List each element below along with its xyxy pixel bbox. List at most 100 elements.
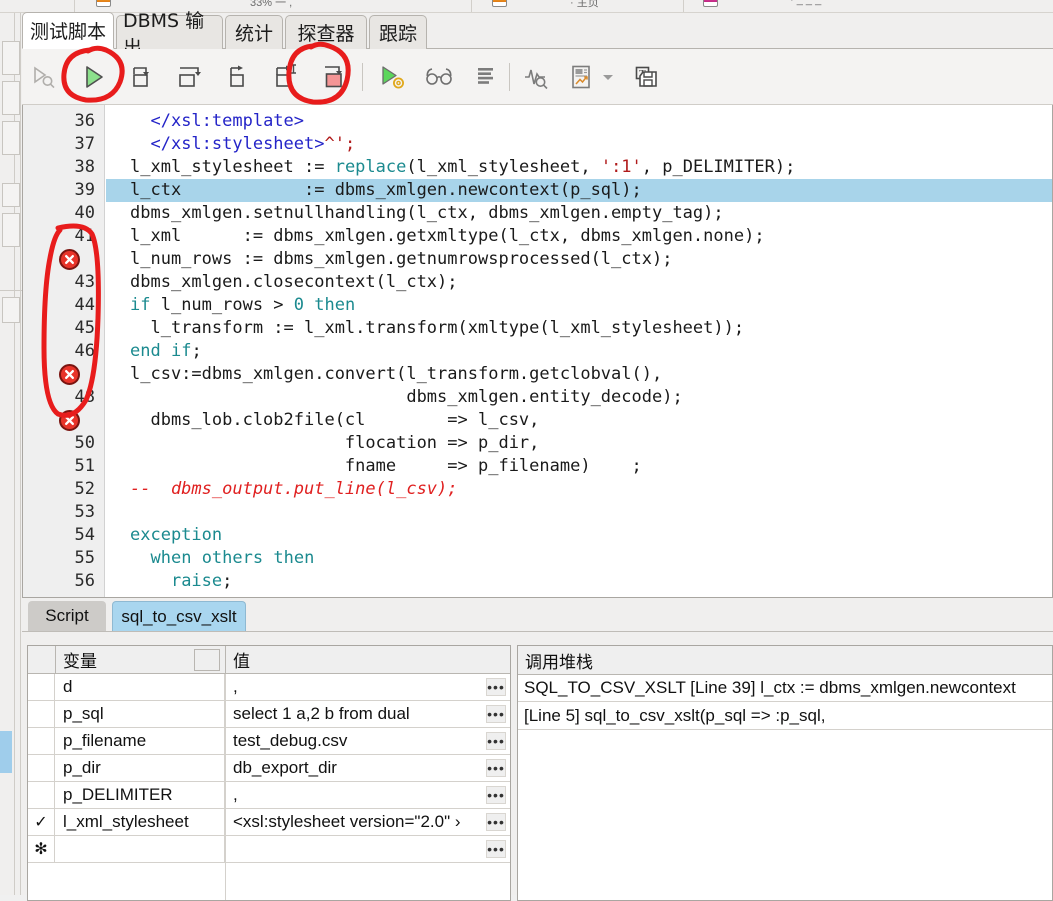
- tab-statistics[interactable]: 统计: [225, 15, 283, 49]
- variable-editor-button[interactable]: •••: [486, 813, 506, 831]
- row-selector[interactable]: [28, 674, 55, 700]
- code-line[interactable]: if l_num_rows > 0 then: [106, 294, 1052, 317]
- variable-name-cell[interactable]: l_xml_stylesheet: [56, 809, 225, 835]
- step-over-icon[interactable]: [122, 57, 162, 97]
- dock-mini-panel[interactable]: [2, 41, 20, 75]
- tab-dbms-output[interactable]: DBMS 输出: [116, 10, 223, 59]
- breakpoint-icon[interactable]: [59, 364, 80, 385]
- breakpoint-icon[interactable]: [59, 249, 80, 270]
- code-line[interactable]: exception: [106, 524, 1052, 547]
- variables-column-value[interactable]: 值: [226, 646, 510, 673]
- variables-grid[interactable]: 变量 值 d, ••• p_sql select 1 a,2 b from dual •…: [27, 645, 511, 901]
- dock-separator: [0, 290, 22, 291]
- variable-name-cell[interactable]: [56, 836, 225, 862]
- code-line[interactable]: </xsl:stylesheet>^';: [106, 133, 1052, 156]
- editor-text[interactable]: </xsl:template> </xsl:stylesheet>^'; l_xm…: [106, 105, 1052, 597]
- editor-gutter[interactable]: 36 37 38 39 40 41 43 44 45 46 48 50 51 52 53 54 55 56: [23, 105, 105, 597]
- dock-mini-panel[interactable]: [2, 81, 20, 115]
- call-stack-row[interactable]: SQL_TO_CSV_XSLT [Line 39] l_ctx := dbms_…: [518, 675, 1052, 702]
- breakpoint-icon[interactable]: [59, 410, 80, 431]
- tab-trace[interactable]: 跟踪: [369, 15, 427, 49]
- line-number: 40: [74, 203, 95, 223]
- script-tab-sql-to-csv-xslt[interactable]: sql_to_csv_xslt: [112, 601, 246, 631]
- variable-value-cell[interactable]: ,: [226, 674, 480, 700]
- code-line[interactable]: end if;: [106, 340, 1052, 363]
- variable-row[interactable]: p_filename test_debug.csv •••: [28, 728, 510, 755]
- dock-mini-panel[interactable]: [2, 121, 20, 155]
- code-line[interactable]: </xsl:template>: [106, 110, 1052, 133]
- variables-header-box[interactable]: [194, 649, 220, 671]
- tab-profiler[interactable]: 探查器: [285, 15, 367, 49]
- call-stack-row[interactable]: [Line 5] sql_to_csv_xslt(p_sql => :p_sql…: [518, 703, 1052, 730]
- variable-value-cell[interactable]: ,: [226, 782, 480, 808]
- dock-mini-panel[interactable]: [2, 297, 20, 323]
- variable-name-cell[interactable]: p_dir: [56, 755, 225, 781]
- variable-value-cell[interactable]: <xsl:stylesheet version="2.0" ›: [226, 809, 480, 835]
- code-editor[interactable]: 36 37 38 39 40 41 43 44 45 46 48 50 51 52 53 54 55 56 </x…: [22, 105, 1053, 598]
- run-icon[interactable]: [74, 57, 114, 97]
- row-selector[interactable]: [28, 728, 55, 754]
- row-selector[interactable]: ✻: [28, 836, 55, 862]
- variable-row[interactable]: ✓ l_xml_stylesheet <xsl:stylesheet version…: [28, 809, 510, 836]
- report-dropdown-icon[interactable]: [597, 57, 619, 97]
- step-out-icon[interactable]: [218, 57, 258, 97]
- watches-icon[interactable]: [420, 57, 460, 97]
- variable-name-cell[interactable]: p_DELIMITER: [56, 782, 225, 808]
- row-selector[interactable]: [28, 701, 55, 727]
- compile-icon[interactable]: [24, 57, 64, 97]
- variable-row[interactable]: p_sql select 1 a,2 b from dual •••: [28, 701, 510, 728]
- variable-name-cell[interactable]: p_filename: [56, 728, 225, 754]
- dock-active-tab[interactable]: [0, 731, 12, 773]
- pink-doc-icon[interactable]: [703, 0, 718, 7]
- variable-row[interactable]: p_dir db_export_dir •••: [28, 755, 510, 782]
- variable-editor-button[interactable]: •••: [486, 705, 506, 723]
- code-line[interactable]: l_xml := dbms_xmlgen.getxmltype(l_ctx, d…: [106, 225, 1052, 248]
- variable-editor-button[interactable]: •••: [486, 678, 506, 696]
- variable-row[interactable]: d, •••: [28, 674, 510, 701]
- variable-value-cell[interactable]: select 1 a,2 b from dual: [226, 701, 480, 727]
- code-line[interactable]: dbms_xmlgen.setnullhandling(l_ctx, dbms_…: [106, 202, 1052, 225]
- variable-row[interactable]: ✻ •••: [28, 836, 510, 863]
- variable-editor-button[interactable]: •••: [486, 786, 506, 804]
- code-line[interactable]: dbms_xmlgen.closecontext(l_ctx);: [106, 271, 1052, 294]
- code-line[interactable]: raise;: [106, 570, 1052, 593]
- dock-mini-panel[interactable]: [2, 183, 20, 207]
- code-line[interactable]: l_num_rows := dbms_xmlgen.getnumrowsproc…: [106, 248, 1052, 271]
- report-icon[interactable]: [562, 57, 602, 97]
- profiler-icon[interactable]: [517, 57, 557, 97]
- variable-editor-button[interactable]: •••: [486, 759, 506, 777]
- stop-icon[interactable]: [315, 57, 355, 97]
- code-line[interactable]: [106, 501, 1052, 524]
- code-line[interactable]: fname => p_filename) ;: [106, 455, 1052, 478]
- row-selector[interactable]: ✓: [28, 809, 55, 835]
- step-into-icon[interactable]: [170, 57, 210, 97]
- output-lines-icon[interactable]: [466, 57, 506, 97]
- row-selector[interactable]: [28, 755, 55, 781]
- variable-name-cell[interactable]: p_sql: [56, 701, 225, 727]
- variable-value-cell[interactable]: test_debug.csv: [226, 728, 480, 754]
- variable-name-cell[interactable]: d: [56, 674, 225, 700]
- variable-editor-button[interactable]: •••: [486, 840, 506, 858]
- code-line[interactable]: l_xml_stylesheet := replace(l_xml_styles…: [106, 156, 1052, 179]
- line-number: 56: [74, 571, 95, 591]
- code-line[interactable]: -- dbms_output.put_line(l_csv);: [106, 478, 1052, 501]
- tab-test-script[interactable]: 测试脚本: [22, 12, 114, 49]
- code-line[interactable]: when others then: [106, 547, 1052, 570]
- variable-value-cell[interactable]: db_export_dir: [226, 755, 480, 781]
- script-tab-script[interactable]: Script: [28, 601, 106, 631]
- row-selector[interactable]: [28, 782, 55, 808]
- run-to-cursor-icon[interactable]: [264, 57, 304, 97]
- code-line[interactable]: dbms_lob.clob2file(cl => l_csv,: [106, 409, 1052, 432]
- variable-row[interactable]: p_DELIMITER, •••: [28, 782, 510, 809]
- dock-mini-panel[interactable]: [2, 213, 20, 247]
- code-line[interactable]: l_csv:=dbms_xmlgen.convert(l_transform.g…: [106, 363, 1052, 386]
- variable-editor-button[interactable]: •••: [486, 732, 506, 750]
- variable-value-cell[interactable]: [226, 836, 480, 862]
- code-line-current[interactable]: l_ctx := dbms_xmlgen.newcontext(p_sql);: [106, 179, 1052, 202]
- run-options-icon[interactable]: [372, 57, 412, 97]
- call-stack-panel[interactable]: 调用堆栈 SQL_TO_CSV_XSLT [Line 39] l_ctx := …: [517, 645, 1053, 901]
- code-line[interactable]: l_transform := l_xml.transform(xmltype(l…: [106, 317, 1052, 340]
- code-line[interactable]: dbms_xmlgen.entity_decode);: [106, 386, 1052, 409]
- save-as-text-icon[interactable]: T: [627, 57, 667, 97]
- code-line[interactable]: flocation => p_dir,: [106, 432, 1052, 455]
